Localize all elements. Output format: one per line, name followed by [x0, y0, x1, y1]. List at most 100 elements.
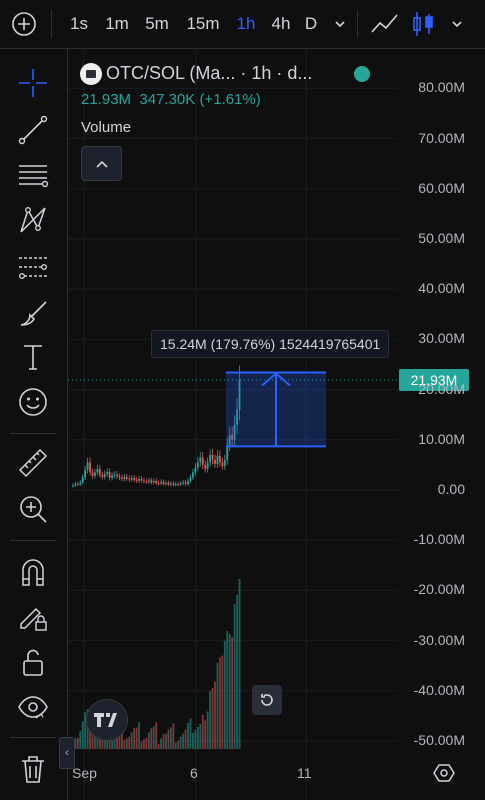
candle-body	[184, 482, 187, 484]
unlock-icon[interactable]	[13, 642, 53, 682]
candle-body	[91, 472, 94, 476]
symbol-title[interactable]: OTC/SOL (Ma... · 1h · d...	[106, 63, 312, 84]
candles-icon[interactable]	[409, 0, 437, 48]
volume-bar	[123, 740, 126, 749]
y-tick-label: -40.00M	[413, 681, 465, 698]
candle-body	[194, 467, 197, 473]
interval-1s[interactable]: 1s	[64, 0, 94, 48]
top-toolbar: 1s 1m 5m 15m 1h 4h D	[0, 0, 485, 49]
interval-5m[interactable]: 5m	[140, 0, 174, 48]
fib-lines-icon[interactable]	[13, 155, 53, 195]
candle-body	[101, 474, 104, 477]
volume-bar	[152, 726, 155, 749]
volume-bar	[199, 724, 202, 749]
volume-bar	[138, 722, 140, 749]
projection-icon[interactable]	[13, 247, 53, 287]
candle-body	[74, 483, 77, 486]
toolbar-divider	[357, 10, 358, 38]
volume-bar	[219, 657, 221, 749]
candle-body	[211, 454, 214, 460]
tradingview-logo[interactable]	[86, 699, 128, 741]
volume-bar	[79, 731, 82, 749]
volume-bar	[196, 727, 199, 749]
interval-1m[interactable]: 1m	[101, 0, 133, 48]
candle-body	[116, 474, 118, 477]
volume-bar	[177, 740, 180, 749]
candle-body	[216, 455, 219, 464]
zoom-in-icon[interactable]	[13, 489, 53, 529]
volume-bar	[130, 732, 133, 749]
chart-pane[interactable]: OTC/SOL (Ma... · 1h · d... 21.93M 347.30…	[59, 49, 485, 800]
volume-bar	[162, 734, 165, 749]
candle-body	[209, 454, 211, 463]
add-circle-icon[interactable]	[8, 0, 40, 48]
volume-bar	[216, 662, 219, 749]
volume-bar	[167, 729, 170, 749]
volume-bar	[187, 722, 189, 749]
collapse-legend-button[interactable]	[81, 146, 122, 181]
candle-body	[72, 485, 74, 487]
toolbar-divider	[10, 737, 56, 738]
volume-bar	[157, 743, 160, 749]
candle-body	[172, 483, 175, 485]
settings-icon[interactable]	[431, 760, 457, 786]
pattern-icon[interactable]	[13, 201, 53, 241]
candle-body	[160, 481, 162, 484]
trend-line-icon[interactable]	[13, 110, 53, 150]
candle-body	[147, 480, 150, 482]
y-tick-label: -10.00M	[413, 531, 465, 548]
candle-body	[201, 457, 204, 465]
lock-drawings-icon[interactable]	[13, 597, 53, 637]
candle-body	[138, 478, 140, 481]
interval-1h[interactable]: 1h	[231, 0, 261, 48]
candle-body	[76, 483, 79, 485]
chevron-down-icon[interactable]	[330, 0, 350, 48]
ruler-icon[interactable]	[13, 443, 53, 483]
y-tick-label: 50.00M	[418, 230, 465, 246]
eye-icon[interactable]	[13, 687, 53, 727]
candle-body	[155, 480, 158, 483]
volume-bar	[236, 595, 238, 749]
candle-body	[187, 480, 189, 484]
candle-body	[219, 455, 221, 463]
candle-body	[133, 477, 136, 480]
measure-tooltip: 15.24M (179.76%) 1524419765401	[151, 330, 390, 358]
candle-body	[118, 476, 121, 478]
volume-bar	[231, 637, 234, 749]
interval-D[interactable]: D	[300, 0, 322, 48]
y-tick-label: 70.00M	[418, 129, 465, 146]
volume-bar	[226, 631, 229, 749]
volume-bar	[206, 711, 209, 749]
candle-body	[86, 462, 89, 470]
candle-body	[145, 481, 148, 483]
volume-indicator-label[interactable]: Volume	[81, 119, 131, 136]
volume-bar	[204, 720, 207, 749]
reset-chart-button[interactable]	[252, 685, 282, 715]
legend-change: 347.30K (+1.61%)	[139, 91, 261, 108]
candle-body	[113, 474, 116, 476]
y-tick-label: 20.00M	[418, 380, 465, 397]
volume-bar	[194, 730, 197, 749]
candle-body	[130, 477, 133, 480]
emoji-icon[interactable]	[13, 382, 53, 422]
toolbar-divider	[51, 10, 52, 38]
trash-icon[interactable]	[13, 749, 53, 789]
chevron-down-icon[interactable]	[447, 0, 467, 48]
candle-body	[94, 472, 96, 476]
text-icon[interactable]	[13, 337, 53, 377]
candle-body	[170, 483, 172, 485]
volume-bar	[106, 740, 109, 749]
magnet-icon[interactable]	[13, 552, 53, 592]
candle-body	[143, 480, 145, 482]
brush-icon[interactable]	[13, 293, 53, 333]
candle-body	[140, 478, 143, 481]
candle-body	[199, 457, 202, 463]
y-tick-label: 40.00M	[418, 280, 465, 297]
line-chart-icon[interactable]	[367, 0, 403, 48]
crosshair-icon[interactable]	[13, 63, 53, 103]
interval-15m[interactable]: 15m	[181, 0, 225, 48]
interval-4h[interactable]: 4h	[266, 0, 296, 48]
candle-body	[84, 469, 87, 478]
y-tick-label: -30.00M	[413, 631, 465, 648]
volume-bar	[150, 728, 153, 749]
